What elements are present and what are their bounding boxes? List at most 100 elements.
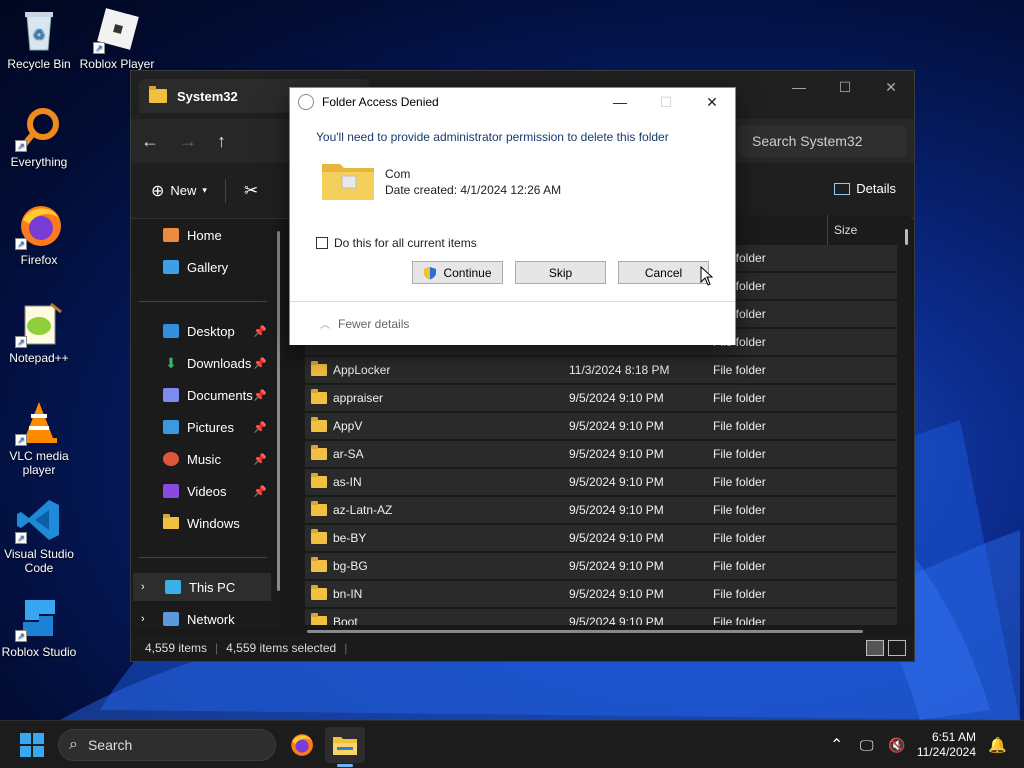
skip-button[interactable]: Skip [515,261,606,284]
row-date: 9/5/2024 9:10 PM [569,531,664,545]
row-date: 9/5/2024 9:10 PM [569,587,664,601]
chevron-right-icon[interactable]: › [141,613,145,625]
apply-to-all-checkbox[interactable]: Do this for all current items [316,236,477,250]
table-row[interactable]: AppLocker 11/3/2024 8:18 PM File folder [305,357,897,383]
desktop-icon-firefox[interactable]: ↗ Firefox [0,202,78,267]
network-status-icon[interactable]: 🖵 [860,721,874,768]
taskbar-app-firefox[interactable] [281,727,321,763]
file-list-scrollbar[interactable] [905,229,908,245]
back-arrow-icon[interactable]: ← [141,131,159,152]
chevron-right-icon[interactable]: › [141,581,145,593]
checkbox-label: Do this for all current items [334,236,477,250]
table-row[interactable]: az-Latn-AZ 9/5/2024 9:10 PM File folder [305,497,897,523]
clock-date: 11/24/2024 [916,745,976,759]
fewer-details-toggle[interactable]: ︿ Fewer details [290,301,735,345]
desktop-icon-everything[interactable]: ↗ Everything [0,104,78,169]
dialog-minimize-button[interactable]: — [597,88,643,116]
search-input[interactable]: Search System32 [738,125,906,157]
continue-button-label: Continue [443,265,492,280]
dialog-folder-date: Date created: 4/1/2024 12:26 AM [385,183,562,197]
table-row[interactable]: Boot 9/5/2024 9:10 PM File folder [305,609,897,625]
show-hidden-icons-button[interactable]: ⌃ [830,721,843,768]
table-row[interactable]: bg-BG 9/5/2024 9:10 PM File folder [305,553,897,579]
row-date: 9/5/2024 9:10 PM [569,503,664,517]
pin-icon[interactable]: 📌 [253,421,267,434]
volume-muted-icon[interactable]: 🔇 [888,721,905,768]
table-row[interactable]: as-IN 9/5/2024 9:10 PM File folder [305,469,897,495]
sidebar-scrollbar[interactable] [277,231,280,591]
videos-icon [163,484,179,498]
notifications-bell-icon[interactable]: 🔔 [988,721,1007,768]
desktop-icon-recycle-bin[interactable]: ♻ Recycle Bin [0,6,78,71]
details-button[interactable]: Details [834,181,896,196]
desktop-icon-label: Roblox Studio [1,645,77,659]
sidebar-item-label: Documents [187,387,253,403]
search-icon: ⌕ [69,736,78,753]
shortcut-arrow-icon: ↗ [93,42,105,54]
pin-icon[interactable]: 📌 [253,325,267,338]
sidebar-item-label: Windows [187,515,240,531]
folder-icon [311,613,327,625]
table-row[interactable]: ar-SA 9/5/2024 9:10 PM File folder [305,441,897,467]
table-row[interactable]: be-BY 9/5/2024 9:10 PM File folder [305,525,897,551]
sidebar-item-gallery[interactable]: Gallery [131,253,271,281]
continue-button[interactable]: Continue [412,261,503,284]
pin-icon[interactable]: 📌 [253,485,267,498]
folder-icon [311,389,327,404]
table-row[interactable]: appraiser 9/5/2024 9:10 PM File folder [305,385,897,411]
folder-icon [311,557,327,572]
system-clock[interactable]: 6:51 AM 11/24/2024 [917,730,976,760]
start-button[interactable] [20,733,44,757]
maximize-button[interactable]: ☐ [822,71,868,103]
sidebar-item-downloads[interactable]: ⬇ Downloads 📌 [131,349,271,377]
dialog-close-button[interactable]: ✕ [689,88,735,116]
minimize-button[interactable]: — [776,71,822,103]
sidebar-item-videos[interactable]: Videos 📌 [131,477,271,505]
pin-icon[interactable]: 📌 [253,453,267,466]
sidebar-item-home[interactable]: Home [131,221,271,249]
tiles-view-icon[interactable] [888,640,906,656]
desktop-icon-vscode[interactable]: ↗ Visual Studio Code [0,496,78,575]
table-row[interactable]: AppV 9/5/2024 9:10 PM File folder [305,413,897,439]
firefox-icon [291,734,313,756]
mouse-cursor-icon [700,266,714,286]
sidebar-item-desktop[interactable]: Desktop 📌 [131,317,271,345]
new-button[interactable]: ⊕ New ▾ [151,181,207,201]
shortcut-arrow-icon: ↗ [15,140,27,152]
horizontal-scrollbar[interactable] [307,630,863,633]
desktop-icon-label: Roblox Player [79,57,155,71]
sidebar-item-network[interactable]: › Network [131,605,271,633]
desktop-icon-notepad-plus-plus[interactable]: ↗ Notepad++ [0,300,78,365]
desktop-icon-roblox-player[interactable]: ↗ Roblox Player [78,6,156,71]
desktop-icon-label: Everything [10,155,68,169]
sidebar-item-this-pc[interactable]: › This PC [133,573,271,601]
up-arrow-icon[interactable]: ↑ [217,131,226,152]
shortcut-arrow-icon: ↗ [15,630,27,642]
details-view-icon[interactable] [866,640,884,656]
close-button[interactable]: ✕ [868,71,914,103]
folder-icon [311,585,327,600]
pin-icon[interactable]: 📌 [253,389,267,402]
row-name: bn-IN [333,587,363,601]
checkbox-box[interactable] [316,237,328,249]
row-type: File folder [713,503,766,517]
taskbar-search-box[interactable]: ⌕ Search [58,729,276,761]
desktop-icon-vlc[interactable]: ↗ VLC media player [0,398,78,477]
row-type: File folder [713,447,766,461]
status-divider: | [215,641,219,655]
sidebar-item-music[interactable]: Music 📌 [131,445,271,473]
sidebar-item-pictures[interactable]: Pictures 📌 [131,413,271,441]
cut-icon[interactable]: ✂ [244,181,258,201]
folder-icon [311,361,327,376]
column-header-size[interactable]: Size [827,215,857,245]
sidebar-item-documents[interactable]: Documents 📌 [131,381,271,409]
table-row[interactable]: bn-IN 9/5/2024 9:10 PM File folder [305,581,897,607]
column-header-label: Size [834,223,858,237]
taskbar-app-file-explorer[interactable] [325,727,365,767]
pin-icon[interactable]: 📌 [253,357,267,370]
fewer-details-label: Fewer details [338,316,410,331]
cancel-button[interactable]: Cancel [618,261,709,284]
sidebar-item-windows[interactable]: Windows [131,509,271,537]
forward-arrow-icon[interactable]: → [179,131,197,152]
desktop-icon-roblox-studio[interactable]: ↗ Roblox Studio [0,594,78,659]
